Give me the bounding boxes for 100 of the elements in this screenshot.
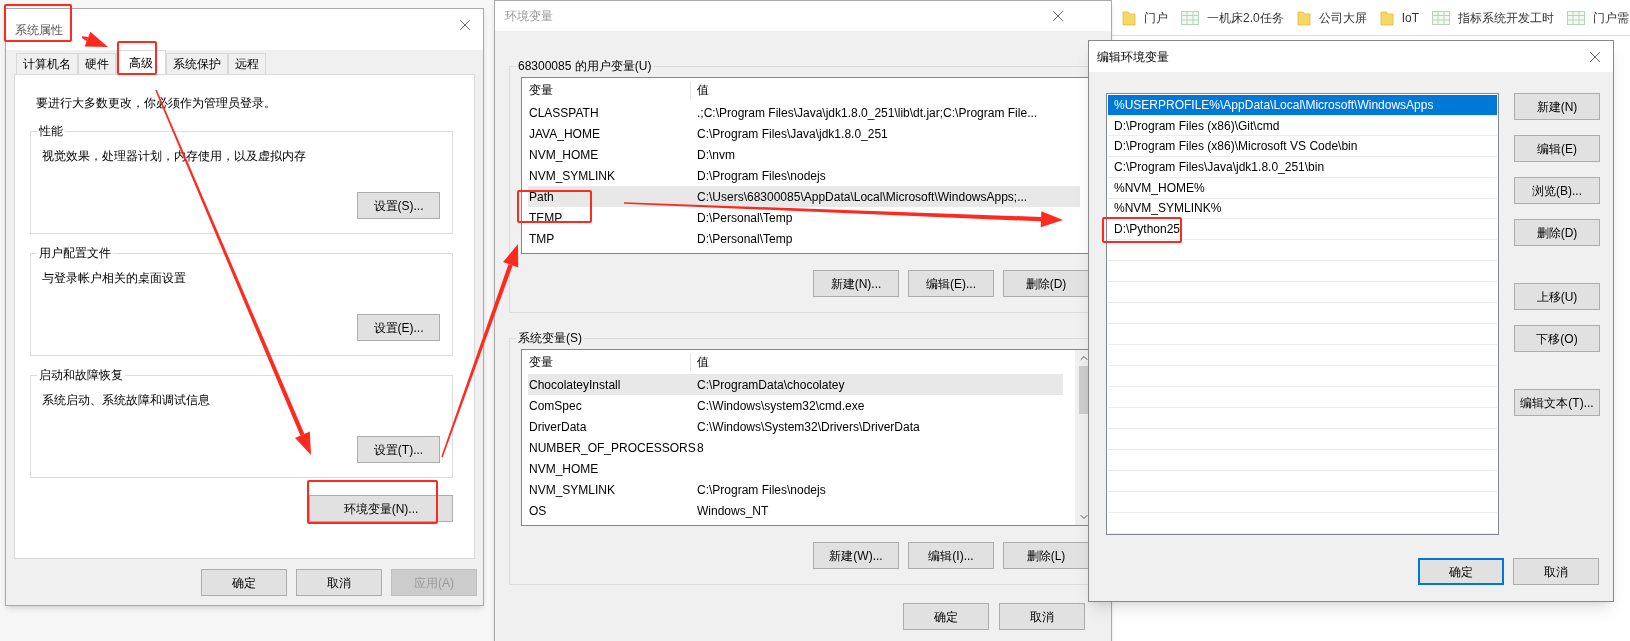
dialog-button[interactable]: 设置(S)...	[357, 192, 440, 219]
variable-name: TMP	[528, 230, 556, 248]
column-header[interactable]: 变量	[528, 353, 691, 371]
dialog-button[interactable]: 确定	[903, 603, 989, 630]
variable-value: C:\Windows\system32\cmd.exe	[696, 397, 865, 415]
list-item[interactable]: D:\Python25	[1108, 219, 1497, 241]
tab[interactable]: 硬件	[78, 53, 116, 74]
tab[interactable]: 计算机名	[16, 53, 78, 74]
spreadsheet-icon	[1567, 10, 1586, 25]
list-item[interactable]: C:\Program Files\Java\jdk1.8.0_251\bin	[1108, 157, 1497, 178]
variable-name: ComSpec	[528, 397, 583, 415]
table-row[interactable]: NVM_HOME	[528, 458, 1063, 479]
dialog-button[interactable]: 取消	[999, 603, 1085, 630]
variable-value: 8	[696, 439, 704, 457]
table-row[interactable]: NUMBER_OF_PROCESSORS8	[528, 437, 1063, 458]
variable-name: ChocolateyInstall	[528, 376, 622, 394]
bookmark-link[interactable]: 一机床2.0任务	[1181, 8, 1284, 27]
table-row[interactable]: CLASSPATH .;C:\Program Files\Java\jdk1.8.0_251\lib\dt.jar;C:\Program File...	[528, 102, 1080, 123]
dialog-button[interactable]: 上移(U)	[1514, 283, 1600, 310]
table-row[interactable]: ComSpec C:\Windows\system32\cmd.exe	[528, 395, 1063, 416]
dialog-button[interactable]: 编辑(I)...	[908, 542, 994, 569]
variable-value: D:\Program Files\nodejs	[696, 167, 826, 185]
dialog-button[interactable]: 编辑文本(T)...	[1514, 389, 1600, 416]
dialog-button[interactable]: 编辑(E)...	[908, 270, 994, 297]
list-item[interactable]: %NVM_HOME%	[1108, 177, 1497, 199]
column-header[interactable]: 值	[691, 353, 709, 371]
dialog-button[interactable]: 新建(W)...	[813, 542, 899, 569]
group-title: 68300085 的用户变量(U)	[516, 58, 654, 74]
table-row[interactable]: OS Windows_NT	[528, 500, 1063, 521]
dialog-button[interactable]: 下移(O)	[1514, 325, 1600, 352]
window-title: 环境变量	[505, 8, 553, 25]
tab[interactable]: 高级	[116, 50, 166, 74]
dialog-button[interactable]: 环境变量(N)...	[309, 495, 453, 522]
variable-name: NVM_SYMLINK	[528, 481, 617, 499]
variable-value: D:\Personal\Temp	[696, 230, 793, 248]
bookmark-link[interactable]: 门户	[1122, 8, 1168, 27]
dialog-button[interactable]: 浏览(B)...	[1514, 177, 1600, 204]
group-title: 启动和故障恢复	[37, 367, 125, 383]
dialog-button[interactable]: 新建(N)	[1514, 93, 1600, 120]
list-item[interactable]: %USERPROFILE%\AppData\Local\Microsoft\WindowsApps	[1108, 95, 1497, 116]
dialog-button[interactable]: 取消	[296, 569, 382, 596]
column-header[interactable]: 值	[691, 81, 709, 99]
folder-icon	[1122, 9, 1136, 26]
table-row[interactable]: NVM_SYMLINK C:\Program Files\nodejs	[528, 479, 1063, 500]
list-item[interactable]: D:\Program Files (x86)\Microsoft VS Code\bin	[1108, 136, 1497, 158]
dialog-button[interactable]: 确定	[1418, 558, 1504, 585]
variable-value: C:\ProgramData\chocolatey	[696, 376, 845, 394]
scrollbar-thumb[interactable]	[1078, 366, 1089, 414]
list-item[interactable]: %NVM_SYMLINK%	[1108, 198, 1497, 220]
variable-value: C:\Program Files\Java\jdk1.8.0_251	[696, 125, 888, 143]
dialog-button[interactable]: 删除(D)	[1514, 219, 1600, 246]
variable-value: .;C:\Program Files\Java\jdk1.8.0_251\lib\dt.jar;C:\Program File...	[696, 104, 1038, 122]
dialog-button[interactable]: 取消	[1513, 558, 1599, 585]
tab[interactable]: 系统保护	[166, 53, 228, 74]
column-header[interactable]: 变量	[528, 81, 691, 99]
window-title: 编辑环境变量	[1097, 48, 1169, 66]
variable-value: C:\Windows\System32\Drivers\DriverData	[696, 418, 920, 436]
group-description: 系统启动、系统故障和调试信息	[42, 392, 211, 409]
group-description: 与登录帐户相关的桌面设置	[42, 270, 187, 287]
group-title: 性能	[37, 123, 65, 139]
variable-value: D:\Personal\Temp	[696, 209, 793, 227]
folder-icon	[1379, 9, 1394, 26]
dialog-button[interactable]: 新建(N)...	[813, 270, 899, 297]
variable-name: DriverData	[528, 418, 588, 436]
bookmark-link[interactable]: 指标系统开发工时	[1432, 8, 1555, 27]
variable-name: Path	[528, 188, 555, 206]
table-row[interactable]: DriverData C:\Windows\System32\Drivers\DriverData	[528, 416, 1063, 437]
table-row[interactable]: NVM_SYMLINK D:\Program Files\nodejs	[528, 165, 1080, 186]
variable-value: Windows_NT	[696, 502, 769, 520]
variable-value: C:\Program Files\nodejs	[696, 481, 826, 499]
variable-name: NVM_HOME	[528, 146, 600, 164]
spreadsheet-icon	[1432, 10, 1451, 25]
group-title: 用户配置文件	[37, 245, 113, 261]
variable-name: NVM_HOME	[528, 460, 600, 478]
tab[interactable]: 远程	[228, 53, 266, 74]
variable-value: C:\Users\68300085\AppData\Local\Microsoft\WindowsApps;...	[696, 188, 1028, 206]
list-item[interactable]: D:\Program Files (x86)\Git\cmd	[1108, 115, 1497, 137]
table-row[interactable]: ChocolateyInstall C:\ProgramData\chocolatey	[528, 374, 1063, 395]
annotation-arrow	[81, 31, 108, 47]
bookmark-link[interactable]: 公司大屏	[1296, 8, 1367, 27]
dialog-button[interactable]: 编辑(E)	[1514, 135, 1600, 162]
dialog-button[interactable]: 删除(D)	[1003, 270, 1089, 297]
table-row[interactable]: Path C:\Users\68300085\AppData\Local\Microsoft\WindowsApps;...	[528, 186, 1080, 207]
variable-name: CLASSPATH	[528, 104, 600, 122]
variable-name: JAVA_HOME	[528, 125, 601, 143]
dialog-button[interactable]: 删除(L)	[1003, 542, 1089, 569]
table-row[interactable]: TMP D:\Personal\Temp	[528, 228, 1080, 249]
variable-name: NVM_SYMLINK	[528, 167, 617, 185]
bookmark-link[interactable]: 门户需	[1567, 8, 1630, 27]
dialog-button[interactable]: 确定	[201, 569, 287, 596]
highlight-frame	[4, 4, 72, 42]
highlight-frame	[117, 41, 157, 75]
dialog-button[interactable]: 设置(T)...	[357, 436, 440, 463]
table-row[interactable]: NVM_HOME D:\nvm	[528, 144, 1080, 165]
folder-icon	[1296, 9, 1311, 26]
table-row[interactable]: JAVA_HOME C:\Program Files\Java\jdk1.8.0_251	[528, 123, 1080, 144]
bookmark-link[interactable]: IoT	[1379, 8, 1420, 27]
variable-name: OS	[528, 502, 548, 520]
dialog-button[interactable]: 设置(E)...	[357, 314, 440, 341]
variable-value: D:\nvm	[696, 146, 735, 164]
